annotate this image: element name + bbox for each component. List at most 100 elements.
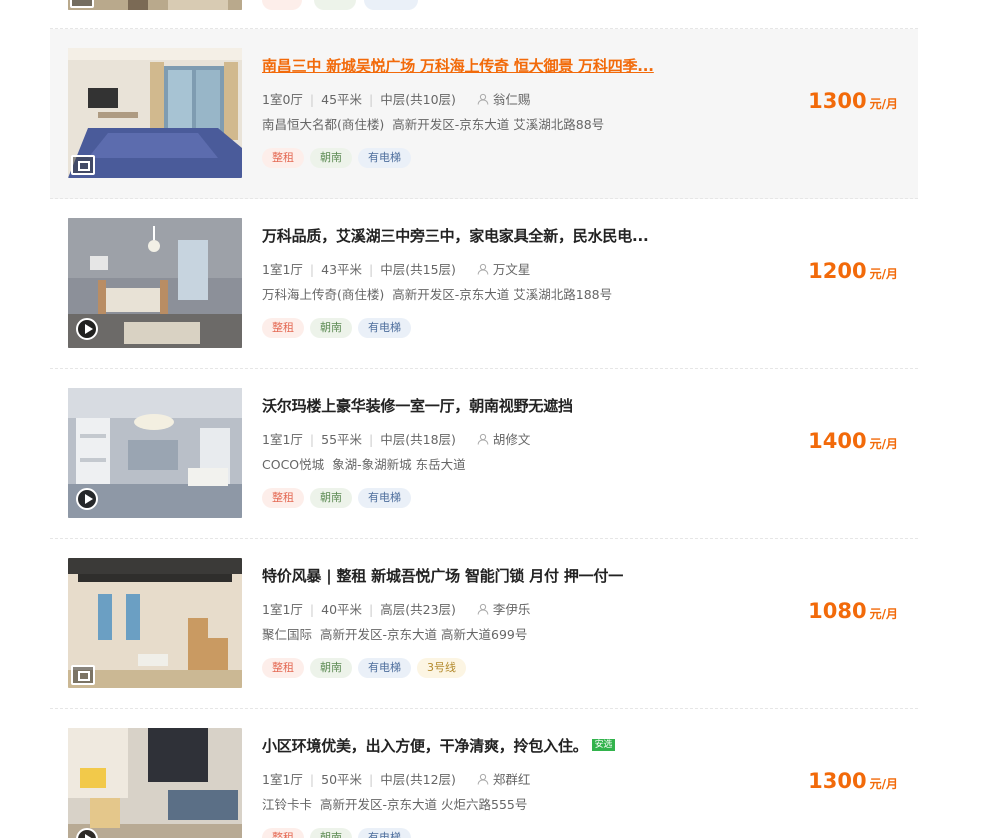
- listing-title-link[interactable]: 万科品质，艾溪湖三中旁三中，家电家具全新，民水民电...: [262, 226, 732, 246]
- listing-info: 万科品质，艾溪湖三中旁三中，家电家具全新，民水民电... 1室1厅 | 43平米 | 中…: [262, 226, 732, 338]
- agent[interactable]: 郑群红: [477, 772, 531, 787]
- listing-photo[interactable]: [68, 388, 242, 518]
- listing-photo[interactable]: [68, 48, 242, 178]
- divider: |: [369, 772, 374, 787]
- listing-price: 1300 元/月: [808, 89, 898, 113]
- listing-address: COCO悦城 象湖-象湖新城 东岳大道: [262, 456, 732, 473]
- anxuan-badge: 安选: [591, 738, 616, 751]
- location: 高新开发区-京东大道 艾溪湖北路88号: [392, 117, 605, 132]
- listing-meta: 1室1厅 | 55平米 | 中层(共18层) 胡修文: [262, 431, 732, 449]
- area: 50平米: [321, 772, 363, 787]
- agent[interactable]: 万文星: [477, 262, 531, 277]
- community-name[interactable]: 江铃卡卡: [262, 797, 312, 812]
- location: 高新开发区-京东大道 艾溪湖北路188号: [392, 287, 613, 302]
- area: 45平米: [321, 92, 363, 107]
- price-value: 1080: [808, 599, 867, 623]
- divider: |: [309, 432, 315, 447]
- price-unit: 元/月: [869, 267, 898, 281]
- listing-price: 1300 元/月: [808, 769, 898, 793]
- agent-name: 胡修文: [492, 432, 531, 447]
- listing-title-link[interactable]: 特价风暴 | 整租 新城吾悦广场 智能门锁 月付 押一付一: [262, 566, 732, 586]
- price-value: 1300: [808, 89, 867, 113]
- floor: 中层(共10层): [380, 92, 456, 107]
- agent-name: 翁仁赐: [492, 92, 531, 107]
- video-play-icon[interactable]: [76, 488, 98, 510]
- listing-item[interactable]: 沃尔玛楼上豪华装修一室一厅，朝南视野无遮挡 1室1厅 | 55平米 | 中层(共18层)…: [50, 369, 918, 539]
- tag-orientation: 朝南: [310, 318, 352, 338]
- agent[interactable]: 翁仁赐: [477, 92, 531, 107]
- price-unit: 元/月: [869, 777, 898, 791]
- location: 高新开发区-京东大道 高新大道699号: [320, 627, 528, 642]
- agent-name: 万文星: [492, 262, 531, 277]
- tag-pill: [364, 0, 418, 10]
- tag-elevator: 有电梯: [358, 488, 411, 508]
- tag-metro-line: 3号线: [417, 658, 466, 678]
- listing-tags: 整租 朝南 有电梯 3号线: [262, 656, 732, 678]
- listing-meta: 1室1厅 | 43平米 | 中层(共15层) 万文星: [262, 261, 732, 279]
- community-name[interactable]: 聚仁国际: [262, 627, 312, 642]
- price-unit: 元/月: [869, 437, 898, 451]
- tag-rent-type: 整租: [262, 318, 304, 338]
- listing-address: 聚仁国际 高新开发区-京东大道 高新大道699号: [262, 626, 732, 643]
- listing-item-partial[interactable]: [50, 0, 918, 29]
- tag-elevator: 有电梯: [358, 318, 411, 338]
- listing-info: 特价风暴 | 整租 新城吾悦广场 智能门锁 月付 押一付一 1室1厅 | 40平米 |…: [262, 566, 732, 678]
- person-icon: [477, 433, 489, 445]
- listing-photo[interactable]: [68, 218, 242, 348]
- listing-address: 万科海上传奇(商住楼) 高新开发区-京东大道 艾溪湖北路188号: [262, 286, 732, 303]
- video-play-icon[interactable]: [76, 318, 98, 340]
- listing-meta: 1室0厅 | 45平米 | 中层(共10层) 翁仁赐: [262, 91, 732, 109]
- listing-item[interactable]: 南昌三中 新城吴悦广场 万科海上传奇 恒大御景 万科四季... 1室0厅 | 45平…: [50, 29, 918, 199]
- listing-tags: 整租 朝南 有电梯: [262, 486, 732, 508]
- price-value: 1300: [808, 769, 867, 793]
- tag-orientation: 朝南: [310, 148, 352, 168]
- listing-item[interactable]: 小区环境优美，出入方便，干净清爽，拎包入住。 安选 1室1厅 | 50平米 | 中层(共1…: [50, 709, 918, 838]
- community-name[interactable]: COCO悦城: [262, 457, 324, 472]
- tag-elevator: 有电梯: [358, 658, 411, 678]
- price-unit: 元/月: [869, 97, 898, 111]
- listing-item[interactable]: 特价风暴 | 整租 新城吾悦广场 智能门锁 月付 押一付一 1室1厅 | 40平米 |…: [50, 539, 918, 709]
- listing-address: 南昌恒大名都(商住楼) 高新开发区-京东大道 艾溪湖北路88号: [262, 116, 732, 133]
- gallery-icon: [71, 155, 95, 175]
- community-name[interactable]: 南昌恒大名都(商住楼): [262, 117, 384, 132]
- person-icon: [477, 93, 489, 105]
- agent-name: 郑群红: [492, 772, 531, 787]
- tag-rent-type: 整租: [262, 148, 304, 168]
- divider: |: [309, 602, 315, 617]
- floor: 中层(共18层): [380, 432, 456, 447]
- gallery-icon: [70, 0, 94, 8]
- listing-photo[interactable]: [68, 0, 242, 10]
- listing-title-text: 小区环境优美，出入方便，干净清爽，拎包入住。: [262, 737, 588, 755]
- listing-info: 小区环境优美，出入方便，干净清爽，拎包入住。 安选 1室1厅 | 50平米 | 中层(共1…: [262, 736, 732, 838]
- price-unit: 元/月: [869, 607, 898, 621]
- divider: |: [309, 92, 315, 107]
- price-value: 1200: [808, 259, 867, 283]
- area: 40平米: [321, 602, 363, 617]
- agent[interactable]: 胡修文: [477, 432, 531, 447]
- listing-photo[interactable]: [68, 728, 242, 838]
- tag-orientation: 朝南: [310, 658, 352, 678]
- person-icon: [477, 773, 489, 785]
- agent[interactable]: 李伊乐: [477, 602, 531, 617]
- agent-name: 李伊乐: [492, 602, 531, 617]
- listing-info: 沃尔玛楼上豪华装修一室一厅，朝南视野无遮挡 1室1厅 | 55平米 | 中层(共18层)…: [262, 396, 732, 508]
- community-name[interactable]: 万科海上传奇(商住楼): [262, 287, 384, 302]
- listing-price: 1200 元/月: [808, 259, 898, 283]
- location: 象湖-象湖新城 东岳大道: [332, 457, 466, 472]
- price-value: 1400: [808, 429, 867, 453]
- listing-item[interactable]: 万科品质，艾溪湖三中旁三中，家电家具全新，民水民电... 1室1厅 | 43平米 | 中…: [50, 199, 918, 369]
- listing-photo[interactable]: [68, 558, 242, 688]
- room-layout: 1室1厅: [262, 432, 303, 447]
- tag-pill: [262, 0, 302, 10]
- area: 55平米: [321, 432, 363, 447]
- divider: |: [309, 262, 315, 277]
- listing-title-link[interactable]: 南昌三中 新城吴悦广场 万科海上传奇 恒大御景 万科四季...: [262, 56, 732, 76]
- location: 高新开发区-京东大道 火炬六路555号: [320, 797, 528, 812]
- listing-tags: 整租 朝南 有电梯: [262, 826, 732, 838]
- listing-title-link[interactable]: 沃尔玛楼上豪华装修一室一厅，朝南视野无遮挡: [262, 396, 732, 416]
- listing-meta: 1室1厅 | 50平米 | 中层(共12层) 郑群红: [262, 771, 732, 789]
- listing-tags: 整租 朝南 有电梯: [262, 146, 732, 168]
- listing-title-link[interactable]: 小区环境优美，出入方便，干净清爽，拎包入住。 安选: [262, 736, 732, 756]
- divider: |: [369, 432, 374, 447]
- area: 43平米: [321, 262, 363, 277]
